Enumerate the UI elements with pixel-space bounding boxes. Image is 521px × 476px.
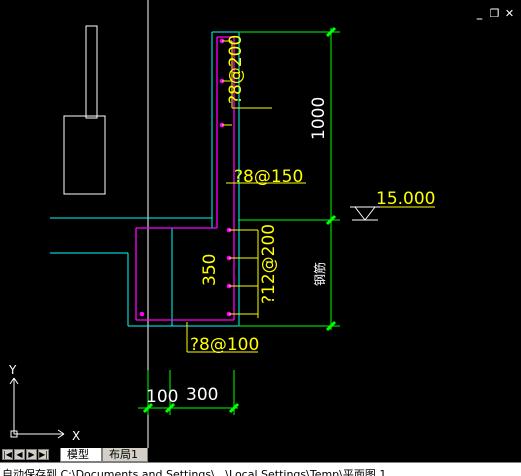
minimize-icon[interactable]: _ xyxy=(474,8,485,19)
window-controls: _ ❐ ✕ xyxy=(474,8,515,19)
command-line[interactable]: 自动保存到 C:\Documents and Settings\...\Loca… xyxy=(0,462,521,476)
tab-layout1[interactable]: 布局1 xyxy=(102,448,148,462)
tab-nav-buttons: |◀ ◀ ▶ ▶| xyxy=(2,449,49,460)
ucs-icon xyxy=(9,377,65,439)
label-dim-350: 350 xyxy=(200,254,220,286)
column-outline xyxy=(85,25,98,119)
label-dim-height: 1000 xyxy=(309,97,329,140)
first-tab-icon[interactable]: |◀ xyxy=(2,449,13,460)
restore-icon[interactable]: ❐ xyxy=(489,8,500,19)
drawing-canvas[interactable]: ?8@200 ?8@150 ?12@200 ?8@100 350 15.000 … xyxy=(0,0,521,448)
ucs-x-label: X xyxy=(72,429,80,443)
label-dim-100: 100 xyxy=(146,387,178,407)
close-icon[interactable]: ✕ xyxy=(504,8,515,19)
column-base xyxy=(63,115,106,195)
label-rebar-bottom-vertical: ?12@200 xyxy=(259,224,279,304)
tab-model[interactable]: 模型 xyxy=(60,448,102,462)
last-tab-icon[interactable]: ▶| xyxy=(38,449,49,460)
label-rebar-wall: ?8@150 xyxy=(234,167,303,187)
layout-tab-bar: |◀ ◀ ▶ ▶| 模型 布局1 xyxy=(0,448,521,462)
prev-tab-icon[interactable]: ◀ xyxy=(14,449,25,460)
label-rebar-bottom: ?8@100 xyxy=(190,335,259,355)
label-elevation: 15.000 xyxy=(376,189,435,209)
ucs-y-label: Y xyxy=(8,363,17,377)
label-dim-300: 300 xyxy=(186,385,218,405)
label-rebar-top: ?8@200 xyxy=(226,35,246,104)
next-tab-icon[interactable]: ▶ xyxy=(26,449,37,460)
label-side: 钢筋 xyxy=(312,262,327,286)
